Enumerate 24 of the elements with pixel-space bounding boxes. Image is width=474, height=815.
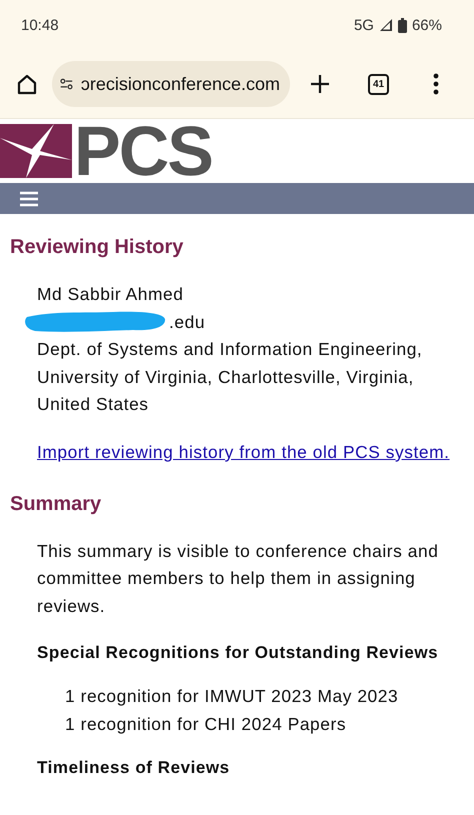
section-heading: Timeliness of Reviews (37, 757, 231, 780)
page-heading: Reviewing History (10, 236, 184, 259)
menu-dots-icon[interactable] (433, 73, 439, 95)
profile-name: Md Sabbir Ahmed (37, 283, 184, 306)
import-history-link[interactable]: Import reviewing history from the old PCS system. (37, 442, 450, 462)
menu-icon[interactable] (20, 190, 38, 206)
recognition-item: 1 recognition for IMWUT 2023 May 2023 (65, 684, 400, 708)
battery-icon (398, 18, 407, 32)
site-settings-icon[interactable] (60, 76, 73, 92)
network-type: 5G (354, 16, 374, 34)
affiliation-text: Dept. of Systems and Information Engineering, University of Virginia, Charlottesville, Virginia, United States (37, 338, 424, 416)
home-icon[interactable] (16, 73, 38, 95)
address-bar[interactable]: ɔrecisionconference.com (52, 61, 290, 107)
email-address: .edu (169, 310, 206, 334)
clock-time: 10:48 (21, 16, 59, 34)
logo-text: PCS (74, 116, 212, 186)
section-heading: Special Recognitions for Outstanding Reviews (37, 642, 440, 664)
recognition-item: 1 recognition for CHI 2024 Papers (65, 712, 348, 736)
signal-icon (378, 18, 393, 32)
plus-icon[interactable] (310, 74, 330, 94)
summary-description: This summary is visible to conference chairs and committee members to help them in assigning reviews. (37, 540, 440, 618)
tab-count-button[interactable]: 41 (368, 74, 389, 94)
summary-heading: Summary (10, 492, 102, 516)
battery-percent: 66% (412, 16, 442, 34)
